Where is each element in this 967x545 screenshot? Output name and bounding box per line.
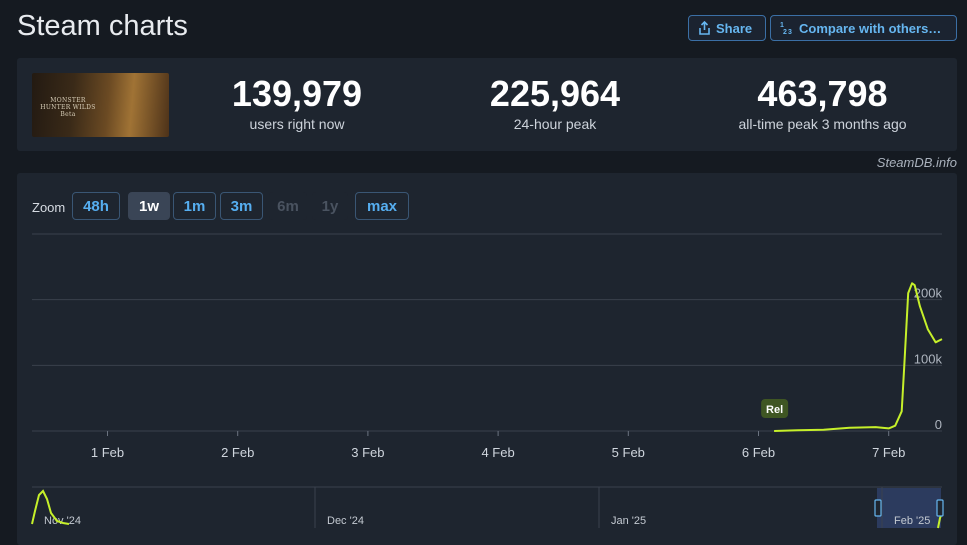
24h-peak-value: 225,964 (489, 73, 621, 114)
y-tick-label: 100k (914, 351, 943, 366)
all-time-peak-value: 463,798 (757, 73, 888, 114)
svg-text:2: 2 (783, 29, 787, 35)
current-users-value: 139,979 (231, 73, 363, 114)
compare-label: Compare with others… (799, 20, 942, 36)
navigator-label: Feb '25 (894, 515, 930, 527)
navigator-handle-0[interactable] (874, 499, 882, 517)
x-tick-label: 4 Feb (481, 445, 514, 460)
current-users-label: users right now (249, 116, 345, 132)
y-tick-label: 0 (935, 417, 942, 432)
player-count-chart[interactable]: 1 Feb 2 Feb 3 Feb 4 Feb 5 Feb 6 Feb 7 Feb 0 100… (17, 173, 957, 545)
navigator-label: Nov '24 (44, 515, 81, 527)
game-cover-image[interactable]: MONSTER HUNTER WILDS Beta (32, 73, 169, 137)
release-marker: Rel (761, 399, 789, 418)
x-tick-label: 1 Feb (91, 445, 124, 460)
x-tick-label: 7 Feb (872, 445, 905, 460)
all-time-peak-label: all-time peak 3 months ago (738, 116, 907, 132)
chart-card: Zoom 48h 1w 1m 3m 6m 1y max 1 Feb 2 Feb 3 … (17, 173, 957, 545)
x-tick-label: 6 Feb (742, 445, 775, 460)
steamdb-credit[interactable]: SteamDB.info (877, 155, 957, 170)
share-icon (699, 21, 710, 35)
share-button[interactable]: Share (688, 15, 766, 41)
svg-text:1: 1 (780, 22, 784, 29)
stats-card: MONSTER HUNTER WILDS Beta 139,979 users … (17, 58, 957, 151)
x-tick-label: 5 Feb (612, 445, 645, 460)
x-tick-label: 2 Feb (221, 445, 254, 460)
share-label: Share (716, 20, 753, 36)
compare-button[interactable]: 1 2 3 Compare with others… (770, 15, 957, 41)
page-title: Steam charts (17, 10, 188, 42)
navigator-handle-1[interactable] (936, 499, 944, 517)
svg-text:3: 3 (788, 29, 792, 35)
compare-icon: 1 2 3 (780, 22, 792, 35)
stat-24h-peak: 225,964 24-hour peak (460, 73, 650, 133)
release-marker-label: Rel (766, 404, 783, 416)
stat-all-time-peak: 463,798 all-time peak 3 months ago (700, 73, 945, 133)
stat-current-users: 139,979 users right now (202, 73, 392, 133)
game-cover-title: MONSTER HUNTER WILDS Beta (40, 97, 96, 118)
x-tick-label: 3 Feb (351, 445, 384, 460)
navigator-label: Dec '24 (327, 515, 364, 527)
navigator-label: Jan '25 (611, 515, 646, 527)
24h-peak-label: 24-hour peak (513, 116, 597, 132)
